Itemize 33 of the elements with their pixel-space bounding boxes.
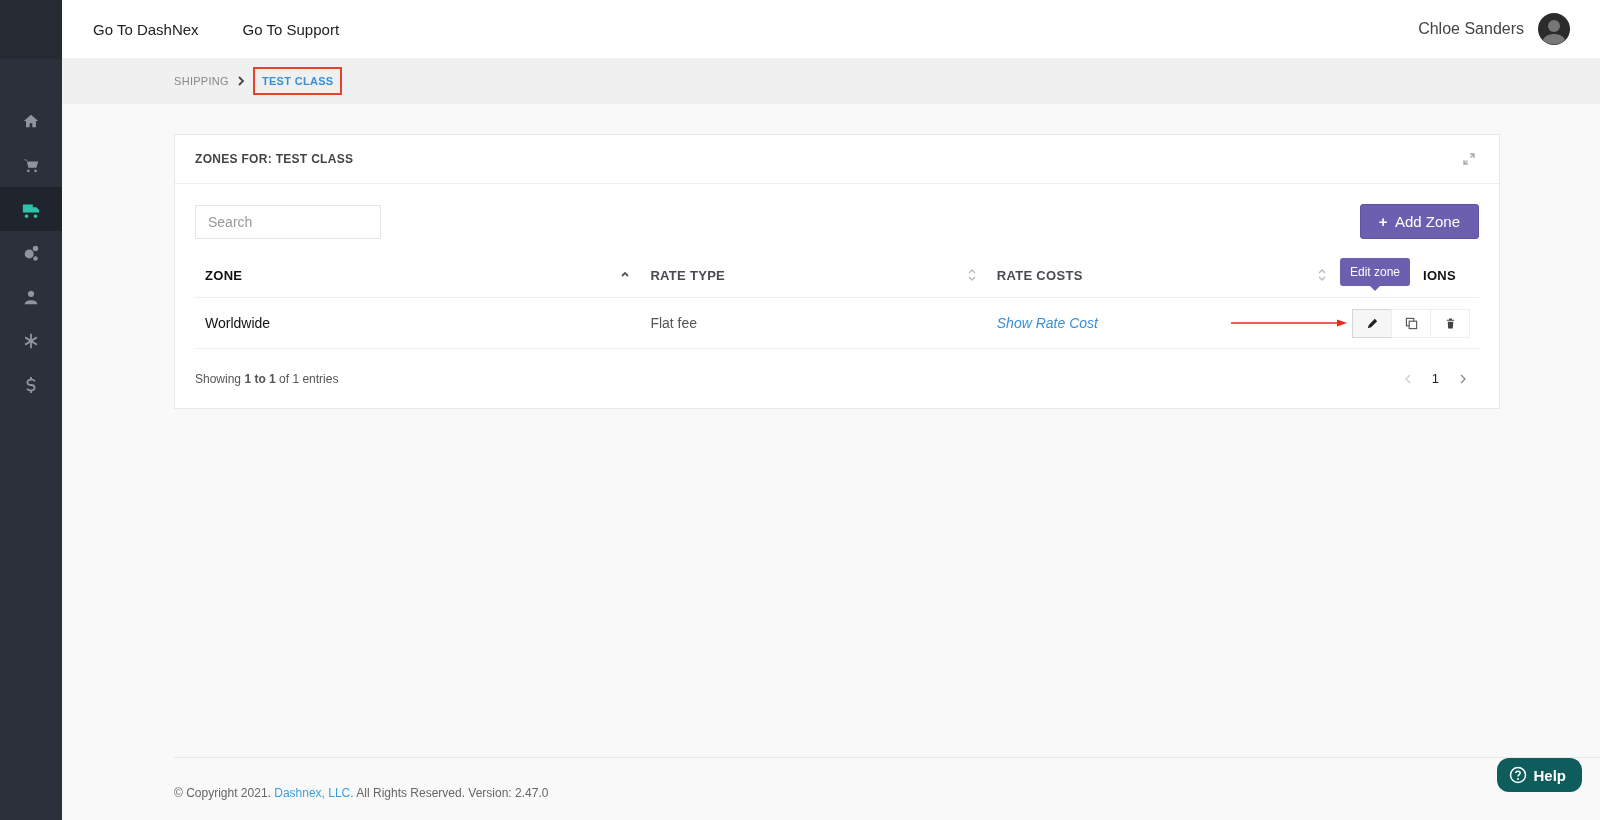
next-icon[interactable] — [1459, 373, 1467, 384]
nav-link[interactable]: Go To Support — [242, 20, 340, 38]
page-button[interactable]: 1 — [1431, 371, 1439, 386]
delete-button[interactable] — [1430, 308, 1470, 338]
breadcrumb-current: TEST CLASS — [252, 67, 343, 95]
expand-icon[interactable] — [1463, 153, 1475, 165]
help-button[interactable]: Help — [1497, 758, 1582, 792]
sidebar-item[interactable] — [0, 187, 62, 231]
table-cell: Flat fee — [650, 315, 698, 331]
avatar-icon[interactable] — [1538, 13, 1570, 45]
edit-button[interactable] — [1352, 308, 1392, 338]
copy-button[interactable] — [1391, 308, 1431, 338]
entries-info: Showing 1 to 1 of 1 entries — [195, 371, 339, 386]
show-rate-cost-link[interactable]: Show Rate Cost — [996, 315, 1098, 331]
user-name[interactable]: Chloe Sanders — [1418, 20, 1524, 38]
asterisk-icon — [22, 332, 40, 350]
copyright-text: © Copyright 2021. Dashnex, LLC. All Rights Reserved. Version: 2.47.0 — [174, 786, 549, 800]
column-header[interactable]: RATE TYPE — [650, 267, 977, 283]
nav-link[interactable]: Go To DashNex — [93, 20, 199, 38]
home-icon — [22, 112, 40, 130]
user-icon — [22, 288, 40, 306]
copy-icon — [1404, 316, 1418, 330]
column-header[interactable]: RATE COSTS — [996, 267, 1327, 283]
tooltip: Edit zone — [1340, 257, 1411, 286]
table-cell: Worldwide — [205, 315, 271, 331]
add-zone-button[interactable]: + Add Zone — [1359, 204, 1479, 239]
search-field[interactable]: Search — [195, 204, 381, 239]
panel-title: ZONES FOR: TEST CLASS — [195, 152, 354, 166]
pencil-icon — [1365, 316, 1379, 330]
column-header[interactable]: ZONE — [205, 267, 631, 283]
tooltip-pointer-icon — [1370, 285, 1380, 291]
help-icon — [1509, 766, 1528, 784]
chevron-icon — [236, 76, 245, 86]
